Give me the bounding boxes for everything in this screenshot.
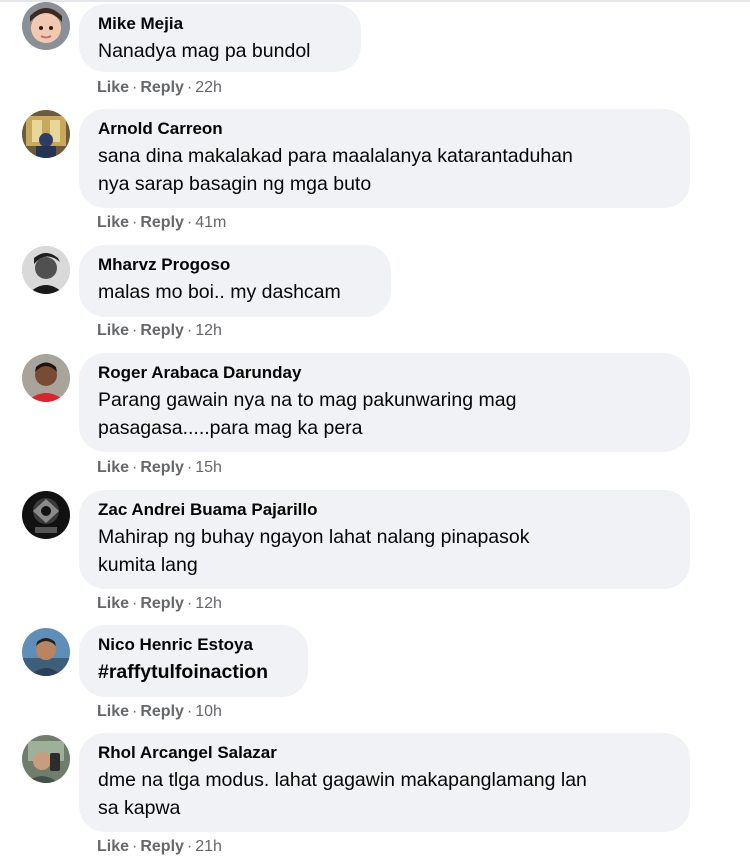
comment-timestamp[interactable]: 12h [195,322,222,339]
comment-actions: Like · Reply · 22h [97,78,222,98]
comment-actions: Like · Reply · 41m [97,213,226,233]
man-red-shirt-avatar-icon [22,354,70,402]
comment-actions: Like · Reply · 12h [97,594,222,614]
comment-bubble: Arnold Carreon sana dina makalakad para … [79,109,690,208]
comment-text: sana dina makalakad para maalalanya kata… [98,142,671,198]
comment-author[interactable]: Nico Henric Estoya [98,634,289,656]
like-button[interactable]: Like [97,838,129,855]
avatar[interactable] [22,628,70,676]
avatar[interactable] [22,2,70,50]
comment-actions: Like · Reply · 12h [97,321,222,341]
like-button[interactable]: Like [97,703,129,720]
comment-text: Parang gawain nya na to mag pakunwaring … [98,386,671,442]
like-button[interactable]: Like [97,322,129,339]
separator-dot: · [186,838,193,855]
separator-dot: · [186,79,193,96]
separator-dot: · [132,79,138,96]
comment-text-line: pasagasa.....para mag ka pera [98,417,363,439]
comment-bubble: Rhol Arcangel Salazar dme na tlga modus.… [79,733,690,832]
separator-dot: · [186,322,193,339]
selfie-photo-avatar-icon [22,735,70,783]
comment-actions: Like · Reply · 21h [97,837,222,857]
comment-bubble: Roger Arabaca Darunday Parang gawain nya… [79,353,690,452]
hashtag-link[interactable]: #raffytulfoinaction [98,658,289,686]
reply-button[interactable]: Reply [140,322,184,339]
comment-timestamp[interactable]: 22h [195,79,222,96]
separator-dot: · [132,838,138,855]
avatar[interactable] [22,491,70,539]
avatar[interactable] [22,354,70,402]
comment-text: Nanadya mag pa bundol [98,40,311,62]
comment-author[interactable]: Zac Andrei Buama Pajarillo [98,499,671,521]
comment-actions: Like · Reply · 10h [97,702,222,722]
comment-bubble: Mike Mejia Nanadya mag pa bundol [79,4,361,72]
comment-text-line: sana dina makalakad para maalalanya kata… [98,145,573,167]
separator-dot: · [132,703,138,720]
comment-text: Mahirap ng buhay ngayon lahat nalang pin… [98,523,671,579]
comment-text-line: dme na tlga modus. lahat gagawin makapan… [98,769,587,791]
like-button[interactable]: Like [97,595,129,612]
comment-actions: Like · Reply · 15h [97,458,222,478]
separator-dot: · [132,214,138,231]
comment-author[interactable]: Mike Mejia [98,13,342,35]
reply-button[interactable]: Reply [140,595,184,612]
comment-timestamp[interactable]: 10h [195,703,222,720]
separator-dot: · [186,703,193,720]
comment-timestamp[interactable]: 12h [195,595,222,612]
reply-button[interactable]: Reply [140,79,184,96]
comment-text-line: sa kapwa [98,797,181,819]
comment-text-line: kumita lang [98,554,198,576]
comment-bubble: Mharvz Progoso malas mo boi.. my dashcam [79,245,391,317]
comment-author[interactable]: Arnold Carreon [98,118,671,140]
reply-button[interactable]: Reply [140,838,184,855]
comment-text-line: Mahirap ng buhay ngayon lahat nalang pin… [98,526,530,548]
top-divider [0,0,750,2]
like-button[interactable]: Like [97,79,129,96]
avatar[interactable] [22,735,70,783]
separator-dot: · [132,595,138,612]
comment-text-line: nya sarap basagin ng mga buto [98,173,372,195]
man-outdoor-avatar-icon [22,628,70,676]
like-button[interactable]: Like [97,459,129,476]
comment-timestamp[interactable]: 15h [195,459,222,476]
child-photo-avatar-icon [22,2,70,50]
separator-dot: · [132,459,138,476]
avatar[interactable] [22,246,70,294]
comment-author[interactable]: Rhol Arcangel Salazar [98,742,671,764]
comment-text: malas mo boi.. my dashcam [98,281,341,303]
reply-button[interactable]: Reply [140,214,184,231]
emblem-logo-avatar-icon [22,491,70,539]
comment-bubble: Zac Andrei Buama Pajarillo Mahirap ng bu… [79,490,690,589]
reply-button[interactable]: Reply [140,459,184,476]
comment-timestamp[interactable]: 41m [195,214,226,231]
comment-author[interactable]: Roger Arabaca Darunday [98,362,671,384]
comment-bubble: Nico Henric Estoya #raffytulfoinaction [79,625,308,697]
comment-timestamp[interactable]: 21h [195,838,222,855]
separator-dot: · [186,214,193,231]
bw-portrait-avatar-icon [22,246,70,294]
comment-author[interactable]: Mharvz Progoso [98,254,372,276]
separator-dot: · [186,595,193,612]
like-button[interactable]: Like [97,214,129,231]
comment-text: dme na tlga modus. lahat gagawin makapan… [98,766,671,822]
separator-dot: · [186,459,193,476]
avatar[interactable] [22,110,70,158]
comment-text-line: Parang gawain nya na to mag pakunwaring … [98,389,517,411]
interior-photo-avatar-icon [22,110,70,158]
separator-dot: · [132,322,138,339]
reply-button[interactable]: Reply [140,703,184,720]
